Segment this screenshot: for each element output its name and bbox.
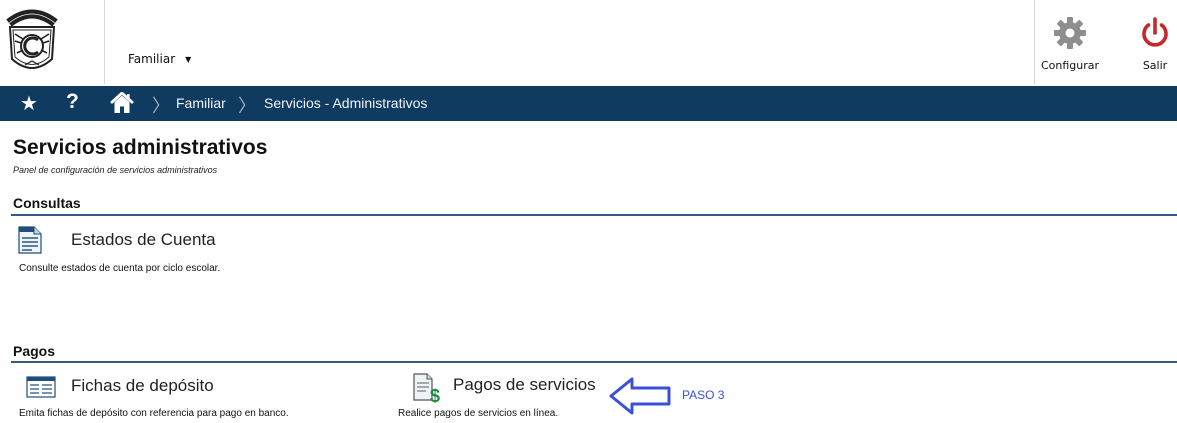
profile-dropdown[interactable]: Familiar ▼ <box>128 52 191 66</box>
school-crest-logo <box>6 9 58 69</box>
item-estados-de-cuenta[interactable]: Estados de Cuenta Consulte estados de cu… <box>16 226 256 276</box>
payment-icon: $ <box>413 373 440 403</box>
profile-label: Familiar <box>128 52 176 66</box>
deposit-slip-icon <box>26 376 56 398</box>
exit-label: Salir <box>1142 59 1168 72</box>
section-title-pagos: Pagos <box>13 343 56 359</box>
breadcrumb-separator: 〉 <box>238 96 256 117</box>
gear-icon <box>1054 17 1086 49</box>
section-divider <box>11 214 1177 216</box>
item-description: Consulte estados de cuenta por ciclo esc… <box>19 263 221 274</box>
document-icon <box>18 226 42 254</box>
exit-button[interactable]: Salir <box>1135 16 1175 72</box>
item-description: Realice pagos de servicios en línea. <box>398 408 559 419</box>
configure-label: Configurar <box>1040 59 1100 72</box>
home-icon[interactable] <box>110 92 134 114</box>
item-title: Pagos de servicios <box>453 375 596 394</box>
star-icon[interactable]: ★ <box>20 91 38 115</box>
help-icon[interactable]: ? <box>66 90 79 114</box>
section-title-consultas: Consultas <box>13 195 81 211</box>
configure-button[interactable]: Configurar <box>1036 16 1104 72</box>
page-title: Servicios administrativos <box>13 136 268 159</box>
item-fichas-de-deposito[interactable]: Fichas de depósito Emita fichas de depós… <box>19 373 360 423</box>
header-divider <box>104 0 105 84</box>
item-description: Emita fichas de depósito con referencia … <box>19 408 289 419</box>
page-subtitle: Panel de configuración de servicios admi… <box>13 165 218 175</box>
breadcrumb-bar: ★ ? 〉 Familiar 〉 Servicios - Administrat… <box>0 86 1177 121</box>
header-divider <box>1034 0 1035 84</box>
power-icon <box>1142 17 1168 47</box>
item-title: Fichas de depósito <box>71 376 214 395</box>
step-annotation: PASO 3 <box>682 388 725 402</box>
item-title: Estados de Cuenta <box>71 230 216 249</box>
breadcrumb-separator: 〉 <box>152 96 170 117</box>
caret-down-icon: ▼ <box>185 54 192 64</box>
breadcrumb-servicios[interactable]: Servicios - Administrativos <box>264 95 427 111</box>
section-divider <box>11 361 1177 363</box>
breadcrumb-familiar[interactable]: Familiar <box>176 95 226 111</box>
svg-text:$: $ <box>430 386 440 403</box>
app-header: Familiar ▼ Configurar Salir <box>0 0 1177 84</box>
item-pagos-de-servicios[interactable]: $ Pagos de servicios Realice pagos de se… <box>398 373 608 423</box>
left-arrow-icon <box>609 377 671 415</box>
